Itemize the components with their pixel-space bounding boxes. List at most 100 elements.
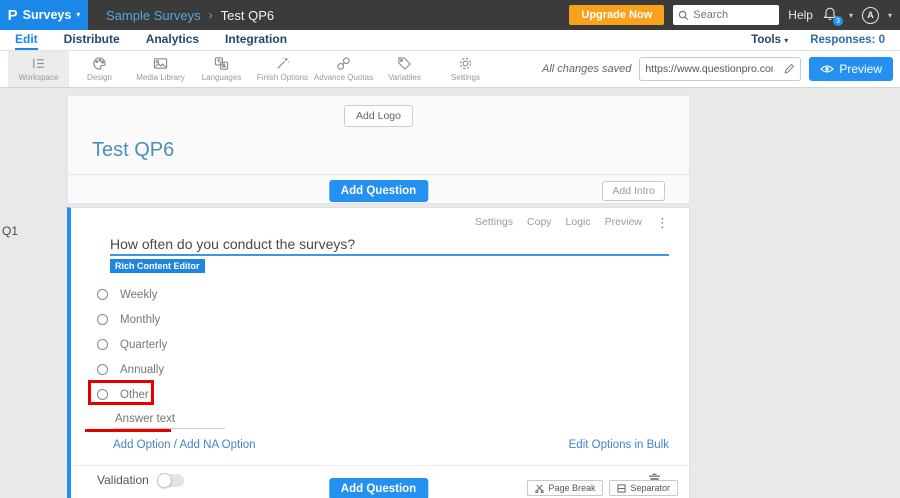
tools-label: Tools bbox=[751, 34, 781, 46]
toolbar-item-workspace[interactable]: Workspace bbox=[8, 51, 69, 87]
notification-badge: 3 bbox=[832, 16, 843, 26]
search-icon bbox=[679, 10, 689, 20]
toolbar-item-media-library[interactable]: Media Library bbox=[130, 51, 191, 87]
tab-analytics[interactable]: Analytics bbox=[146, 30, 199, 50]
chevron-down-icon[interactable]: ▾ bbox=[888, 11, 892, 20]
option-row: Quarterly bbox=[97, 332, 669, 357]
separator-icon bbox=[617, 483, 627, 493]
survey-editor-canvas: Q1 Add Logo Test QP6 Add Question Add In… bbox=[0, 88, 900, 498]
add-intro-button[interactable]: Add Intro bbox=[602, 181, 665, 201]
add-option-link[interactable]: Add Option / Add NA Option bbox=[113, 439, 256, 453]
search-box[interactable] bbox=[673, 5, 780, 25]
topbar-right: Upgrade Now Help 3 ▾ A ▾ bbox=[569, 5, 900, 26]
help-link[interactable]: Help bbox=[788, 8, 813, 22]
separator-label: Separator bbox=[630, 483, 670, 493]
chevron-down-icon: ▾ bbox=[784, 36, 789, 45]
variables-icon bbox=[398, 57, 411, 70]
breadcrumb-parent[interactable]: Sample Surveys bbox=[106, 8, 201, 23]
add-logo-button[interactable]: Add Logo bbox=[344, 105, 413, 127]
question-preview-link[interactable]: Preview bbox=[605, 216, 642, 228]
tab-edit[interactable]: Edit bbox=[15, 30, 38, 50]
responses-count[interactable]: Responses: 0 bbox=[810, 34, 885, 46]
question-settings-link[interactable]: Settings bbox=[475, 216, 513, 228]
option-row: Annually bbox=[97, 357, 669, 382]
option-label[interactable]: Weekly bbox=[120, 289, 158, 301]
toolbar-item-label: Languages bbox=[201, 73, 242, 82]
top-bar: P Surveys ▾ Sample Surveys › Test QP6 Up… bbox=[0, 0, 900, 30]
question-actions: Settings Copy Logic Preview ⋮ bbox=[110, 216, 669, 229]
pencil-icon bbox=[784, 63, 795, 74]
radio-button[interactable] bbox=[97, 364, 108, 375]
option-label[interactable]: Other bbox=[120, 389, 149, 401]
toolbar-item-label: Advance Quotas bbox=[313, 73, 374, 82]
breadcrumb: Sample Surveys › Test QP6 bbox=[106, 8, 274, 23]
question-number: Q1 bbox=[2, 224, 19, 238]
answer-text-input[interactable] bbox=[113, 413, 225, 429]
question-block: Settings Copy Logic Preview ⋮ How often … bbox=[67, 207, 690, 498]
notifications-button[interactable]: 3 bbox=[822, 6, 843, 26]
toolbar-item-advance-quotas[interactable]: Advance Quotas bbox=[313, 51, 374, 87]
option-label[interactable]: Annually bbox=[120, 364, 164, 376]
option-label[interactable]: Quarterly bbox=[120, 339, 167, 351]
survey-url-input[interactable] bbox=[640, 63, 779, 75]
design-icon bbox=[93, 57, 106, 70]
tab-distribute[interactable]: Distribute bbox=[64, 30, 120, 50]
radio-button[interactable] bbox=[97, 314, 108, 325]
tools-menu[interactable]: Tools ▾ bbox=[751, 34, 788, 46]
upgrade-now-button[interactable]: Upgrade Now bbox=[569, 5, 665, 25]
toolbar-item-label: Finish Options bbox=[256, 73, 309, 82]
radio-button[interactable] bbox=[97, 339, 108, 350]
toolbar-item-label: Variables bbox=[388, 73, 421, 82]
option-label[interactable]: Monthly bbox=[120, 314, 160, 326]
page-break-button[interactable]: Page Break bbox=[527, 480, 604, 496]
other-answer-field bbox=[85, 409, 225, 432]
edit-toolbar: Workspace Design Media Library Languages… bbox=[0, 51, 900, 88]
survey-url-group bbox=[639, 57, 802, 81]
toolbar-item-label: Settings bbox=[451, 73, 480, 82]
media-library-icon bbox=[153, 58, 168, 69]
footer-right: Page Break Separator bbox=[527, 480, 678, 496]
radio-button[interactable] bbox=[97, 289, 108, 300]
question-logic-link[interactable]: Logic bbox=[566, 216, 591, 228]
question-text[interactable]: How often do you conduct the surveys? bbox=[110, 234, 669, 256]
search-input[interactable] bbox=[693, 9, 774, 21]
preview-button[interactable]: Preview bbox=[809, 57, 893, 81]
survey-title[interactable]: Test QP6 bbox=[92, 139, 689, 162]
add-question-button-bottom[interactable]: Add Question bbox=[328, 478, 429, 498]
option-row: Weekly bbox=[97, 282, 669, 307]
languages-icon bbox=[214, 57, 229, 70]
tab-integration[interactable]: Integration bbox=[225, 30, 287, 50]
toolbar-item-variables[interactable]: Variables bbox=[374, 51, 435, 87]
edit-options-in-bulk-link[interactable]: Edit Options in Bulk bbox=[569, 439, 669, 453]
nav-bar: Edit Distribute Analytics Integration To… bbox=[0, 30, 900, 51]
rich-content-editor-tooltip: Rich Content Editor bbox=[110, 259, 205, 273]
option-links-row: Add Option / Add NA Option Edit Options … bbox=[113, 439, 669, 453]
edit-url-button[interactable] bbox=[778, 58, 801, 80]
page-break-label: Page Break bbox=[548, 483, 596, 493]
breadcrumb-current: Test QP6 bbox=[220, 7, 275, 23]
toolbar-item-design[interactable]: Design bbox=[69, 51, 130, 87]
avatar[interactable]: A bbox=[861, 6, 879, 24]
separator-button[interactable]: Separator bbox=[609, 480, 678, 496]
preview-label: Preview bbox=[839, 62, 882, 76]
question-copy-link[interactable]: Copy bbox=[527, 216, 552, 228]
chevron-down-icon: ▾ bbox=[76, 10, 81, 19]
page-break-icon bbox=[535, 484, 545, 493]
chevron-down-icon[interactable]: ▾ bbox=[849, 11, 853, 20]
toolbar-item-languages[interactable]: Languages bbox=[191, 51, 252, 87]
toolbar-item-finish-options[interactable]: Finish Options bbox=[252, 51, 313, 87]
radio-button[interactable] bbox=[97, 389, 108, 400]
settings-icon bbox=[459, 57, 472, 70]
surveys-menu[interactable]: P Surveys ▾ bbox=[0, 0, 88, 30]
toolbar-item-label: Workspace bbox=[18, 73, 59, 82]
questionpro-logo: P bbox=[7, 6, 18, 24]
finish-options-icon bbox=[277, 57, 289, 69]
toolbar-item-settings[interactable]: Settings bbox=[435, 51, 496, 87]
advance-quotas-icon bbox=[337, 57, 350, 70]
survey-card: Add Logo Test QP6 Add Question Add Intro… bbox=[67, 95, 690, 498]
add-question-button-top[interactable]: Add Question bbox=[328, 180, 429, 202]
eye-icon bbox=[820, 65, 835, 73]
more-options-icon[interactable]: ⋮ bbox=[656, 216, 669, 229]
page-footer-row: Add Question Page Break Separator bbox=[67, 478, 690, 498]
toolbar-item-label: Media Library bbox=[136, 73, 185, 82]
